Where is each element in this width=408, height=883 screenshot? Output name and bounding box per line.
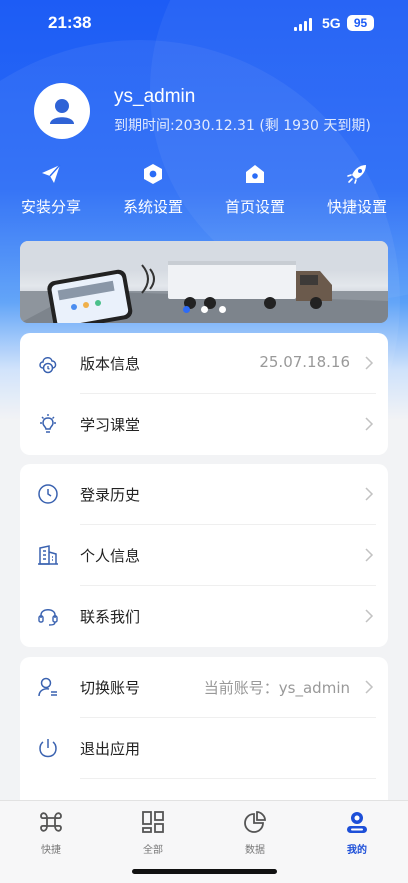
tab-data[interactable]: 数据 (204, 809, 306, 856)
hexagon-gear-icon (144, 164, 162, 184)
list-item-login-history[interactable]: 登录历史 (20, 464, 388, 525)
home-icon (246, 165, 264, 183)
network-type: 5G (322, 15, 341, 31)
quick-shortcut-settings[interactable]: 快捷设置 (306, 160, 408, 217)
user-avatar-icon (50, 99, 74, 124)
list-item-label: 切换账号 (80, 679, 141, 697)
lightbulb-icon (40, 414, 56, 433)
battery-icon: 95 (347, 15, 374, 31)
list-item-label: 联系我们 (80, 608, 141, 626)
power-icon (39, 739, 57, 758)
list-item-label: 个人信息 (80, 547, 141, 565)
chevron-right-icon (365, 548, 374, 562)
banner-pagination (20, 306, 388, 313)
quick-actions: 安装分享 系统设置 首页设置 快捷设置 (0, 160, 408, 220)
rocket-icon (347, 165, 366, 184)
tab-label: 数据 (245, 845, 265, 856)
paper-plane-icon (42, 164, 61, 183)
banner-dot[interactable] (200, 306, 208, 313)
tab-label: 我的 (347, 845, 367, 856)
user-icon (347, 812, 367, 833)
signal-icon (294, 18, 314, 31)
tab-all[interactable]: 全部 (102, 809, 204, 856)
session-card: 切换账号 当前账号：ys_admin 退出应用 (20, 657, 388, 817)
tab-label: 快捷 (41, 845, 61, 856)
account-card: 登录历史 个人信息 联系我们 (20, 464, 388, 647)
username: ys_admin (114, 86, 196, 107)
building-icon (38, 545, 58, 565)
grid-icon (142, 811, 164, 833)
list-item-version[interactable]: 版本信息 25.07.18.16 (20, 333, 388, 394)
chevron-right-icon (365, 417, 374, 431)
list-item-contact-us[interactable]: 联系我们 (20, 586, 388, 647)
list-item-learning[interactable]: 学习课堂 (20, 394, 388, 455)
headset-icon (38, 609, 58, 626)
quick-home-settings[interactable]: 首页设置 (204, 160, 306, 217)
banner-dot[interactable] (182, 306, 190, 313)
chevron-right-icon (365, 487, 374, 501)
info-card: 版本信息 25.07.18.16 学习课堂 (20, 333, 388, 455)
divider (80, 778, 376, 779)
quick-install-share[interactable]: 安装分享 (0, 160, 102, 217)
promo-banner[interactable] (20, 241, 388, 323)
tab-mine[interactable]: 我的 (306, 809, 408, 856)
list-item-logout[interactable]: 退出应用 (20, 718, 388, 779)
cloud-clock-icon (39, 357, 57, 374)
quick-label: 快捷设置 (326, 198, 387, 216)
user-switch-icon (38, 677, 57, 697)
version-value: 25.07.18.16 (259, 353, 350, 371)
chevron-right-icon (365, 680, 374, 694)
quick-label: 系统设置 (122, 198, 183, 216)
tab-shortcuts[interactable]: 快捷 (0, 809, 102, 856)
list-item-switch-account[interactable]: 切换账号 当前账号：ys_admin (20, 657, 388, 718)
status-bar: 21:38 5G 95 (0, 0, 408, 48)
list-item-label: 退出应用 (80, 740, 141, 758)
chevron-right-icon (365, 609, 374, 623)
quick-label: 安装分享 (20, 198, 81, 216)
list-item-label: 登录历史 (80, 486, 141, 504)
chevron-right-icon (365, 356, 374, 370)
quick-label: 首页设置 (224, 198, 285, 216)
current-account-value: 当前账号：ys_admin (203, 679, 350, 697)
avatar[interactable] (34, 83, 90, 139)
list-item-label: 学习课堂 (80, 416, 141, 434)
tab-label: 全部 (143, 845, 163, 856)
home-indicator (132, 869, 277, 874)
list-item-label: 版本信息 (80, 355, 141, 373)
command-icon (40, 812, 62, 832)
pie-chart-icon (244, 811, 266, 833)
clock-icon (38, 484, 58, 504)
status-time: 21:38 (48, 13, 92, 32)
list-item-personal-info[interactable]: 个人信息 (20, 525, 388, 586)
quick-system-settings[interactable]: 系统设置 (102, 160, 204, 217)
expire-text: 到期时间:2030.12.31 (剩 1930 天到期) (114, 118, 371, 134)
banner-dot[interactable] (218, 306, 226, 313)
